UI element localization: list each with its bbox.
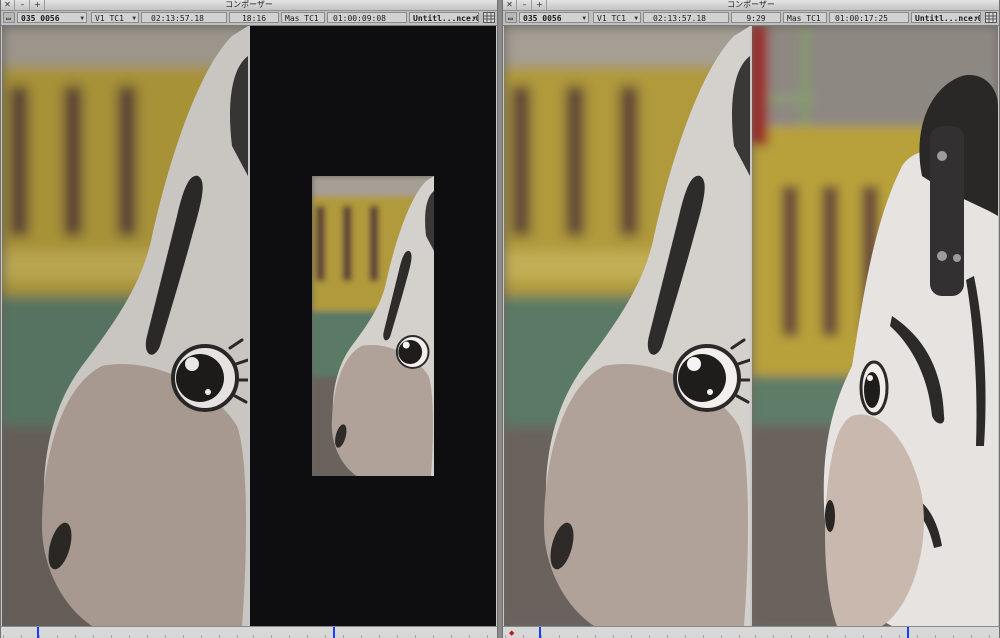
mark-in-icon: ◆	[509, 629, 515, 637]
grid-menu-icon[interactable]	[985, 12, 997, 23]
timeline-bar[interactable]	[1, 626, 497, 638]
record-position-bar[interactable]	[755, 627, 999, 638]
source-timecode: 02:13:57.18	[141, 12, 227, 23]
source-track-label: V1 TC1	[95, 14, 124, 23]
zebra-toy-image	[504, 26, 750, 626]
sequence-menu[interactable]: Untitl...nce.02 ▼	[911, 12, 981, 23]
info-bar: ▭ 035_0056 ▼ V1 TC1 ▼ 02:13:57.18 18:16 Ma…	[1, 11, 497, 26]
source-playhead[interactable]	[37, 627, 39, 638]
record-timecode: 01:00:09:08	[327, 12, 407, 23]
source-track-menu[interactable]: V1 TC1 ▼	[91, 12, 139, 23]
dropdown-arrow-icon: ▼	[634, 15, 638, 22]
timeline-bar[interactable]: ◆	[503, 626, 999, 638]
duration-display: 9:29	[731, 12, 781, 23]
source-clip-menu[interactable]: 035_0056 ▼	[519, 12, 589, 23]
info-bar: ▭ 035_0056 ▼ V1 TC1 ▼ 02:13:57.18 9:29 Mas…	[503, 11, 999, 26]
track-menu-icon[interactable]: ▭	[3, 12, 15, 23]
dropdown-arrow-icon: ▼	[582, 15, 586, 22]
source-viewer[interactable]	[2, 26, 248, 626]
source-track-menu[interactable]: V1 TC1 ▼	[593, 12, 641, 23]
dropdown-arrow-icon: ▼	[80, 15, 84, 22]
dropdown-arrow-icon: ▼	[974, 15, 978, 22]
zebra-toy-image	[752, 26, 998, 626]
zebra-toy-thumbnail	[312, 176, 434, 476]
source-position-bar[interactable]	[3, 627, 247, 638]
source-playhead[interactable]	[539, 627, 541, 638]
composer-window-right: ✕ – + コンポーザー ▭ 035_0056 ▼ V1 TC1 ▼ 02:13:5…	[502, 0, 1000, 638]
track-menu-icon[interactable]: ▭	[505, 12, 517, 23]
window-title: コンポーザー	[225, 0, 273, 9]
grid-menu-icon[interactable]	[483, 12, 495, 23]
record-position-bar[interactable]	[253, 627, 497, 638]
source-clip-name: 035_0056	[523, 14, 562, 23]
record-viewer[interactable]	[752, 26, 998, 626]
record-timecode: 01:00:17:25	[829, 12, 909, 23]
sequence-menu[interactable]: Untitl...nce.02 ▼	[409, 12, 479, 23]
record-track-label: Mas TC1	[787, 14, 821, 23]
sequence-name: Untitl...nce.02	[915, 14, 981, 23]
title-bar[interactable]: ✕ – + コンポーザー	[503, 0, 999, 11]
source-track-label: V1 TC1	[597, 14, 626, 23]
record-track-menu[interactable]: Mas TC1	[783, 12, 827, 23]
dropdown-arrow-icon: ▼	[132, 15, 136, 22]
duration-display: 18:16	[229, 12, 279, 23]
source-clip-name: 035_0056	[21, 14, 60, 23]
sequence-name: Untitl...nce.02	[413, 14, 479, 23]
record-playhead[interactable]	[907, 627, 909, 638]
source-clip-menu[interactable]: 035_0056 ▼	[17, 12, 87, 23]
title-bar[interactable]: ✕ – + コンポーザー	[1, 0, 497, 11]
source-viewer[interactable]	[504, 26, 750, 626]
zebra-toy-image	[2, 26, 248, 626]
composer-window-left: ✕ – + コンポーザー ▭ 035_0056 ▼ V1 TC1 ▼ 02:13:5…	[0, 0, 498, 638]
source-timecode: 02:13:57.18	[643, 12, 729, 23]
dropdown-arrow-icon: ▼	[472, 15, 476, 22]
record-track-label: Mas TC1	[285, 14, 319, 23]
window-title: コンポーザー	[727, 0, 775, 9]
record-playhead[interactable]	[333, 627, 335, 638]
source-position-bar[interactable]	[505, 627, 749, 638]
record-viewer[interactable]	[250, 26, 496, 626]
record-track-menu[interactable]: Mas TC1	[281, 12, 325, 23]
